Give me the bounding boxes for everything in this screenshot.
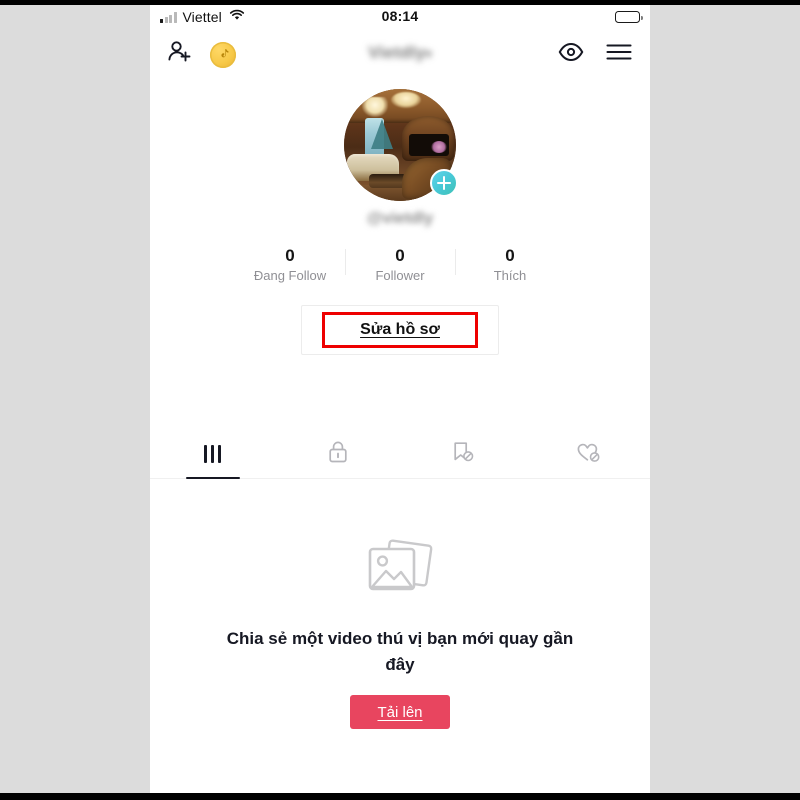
- stat-likes-value: 0: [505, 246, 515, 265]
- edit-profile-row: Sửa hồ sơ: [150, 305, 650, 356]
- empty-state: Chia sẻ một video thú vị bạn mới quay gầ…: [150, 479, 650, 730]
- stat-likes[interactable]: 0 Thích: [455, 245, 565, 283]
- stat-following[interactable]: 0 Đang Follow: [235, 245, 345, 283]
- stat-followers[interactable]: 0 Follower: [345, 245, 455, 283]
- profile-tabs: [150, 430, 650, 480]
- lock-icon: [327, 440, 349, 469]
- tab-active-underline: [185, 476, 240, 480]
- profile-stats: 0 Đang Follow 0 Follower 0 Thích: [150, 245, 650, 283]
- status-bar: Viettel 08:14: [150, 5, 650, 33]
- stat-following-value: 0: [285, 246, 295, 265]
- upload-button-label: Tải lên: [377, 703, 423, 721]
- bottom-trim-bar: [0, 793, 800, 800]
- profile-handle: @vietdly: [366, 210, 434, 227]
- photo-stack-icon: [361, 539, 439, 603]
- nav-right-group: [558, 42, 632, 67]
- stat-followers-label: Follower: [375, 268, 425, 284]
- status-bar-right: [615, 11, 643, 23]
- edit-profile-button[interactable]: Sửa hồ sơ: [301, 305, 499, 356]
- stat-following-label: Đang Follow: [253, 268, 327, 284]
- tab-saved[interactable]: [400, 430, 525, 478]
- tab-videos[interactable]: [150, 430, 275, 480]
- grid-icon: [204, 445, 221, 464]
- bookmark-hidden-icon: [451, 440, 475, 469]
- top-nav-bar: Vietdly▾: [150, 33, 650, 79]
- battery-icon: [615, 11, 643, 23]
- tab-liked[interactable]: [525, 430, 650, 478]
- profile-username-text: Vietdly: [368, 43, 426, 62]
- empty-state-message: Chia sẻ một video thú vị bạn mới quay gầ…: [226, 629, 574, 674]
- eye-icon[interactable]: [558, 42, 584, 67]
- upload-row: Tải lên: [150, 695, 650, 730]
- edit-profile-label: Sửa hồ sơ: [360, 321, 440, 339]
- plus-icon[interactable]: [430, 169, 458, 197]
- stat-likes-label: Thích: [493, 268, 527, 284]
- avatar-wrapper[interactable]: [344, 89, 458, 201]
- chevron-down-icon: ▾: [425, 47, 432, 61]
- hamburger-menu-icon[interactable]: [606, 43, 632, 66]
- upload-button[interactable]: Tải lên: [350, 695, 450, 730]
- stat-followers-value: 0: [395, 246, 405, 265]
- tab-private[interactable]: [275, 430, 400, 478]
- status-bar-clock: 08:14: [381, 8, 419, 24]
- screenshot-canvas: Viettel 08:14 Vietdly▾ @vietdly 0 Đang F…: [0, 0, 800, 800]
- profile-header: @vietdly 0 Đang Follow 0 Follower 0 Thíc…: [150, 79, 650, 356]
- heart-hidden-icon: [575, 440, 601, 469]
- phone-screen: Viettel 08:14 Vietdly▾ @vietdly 0 Đang F…: [150, 5, 650, 793]
